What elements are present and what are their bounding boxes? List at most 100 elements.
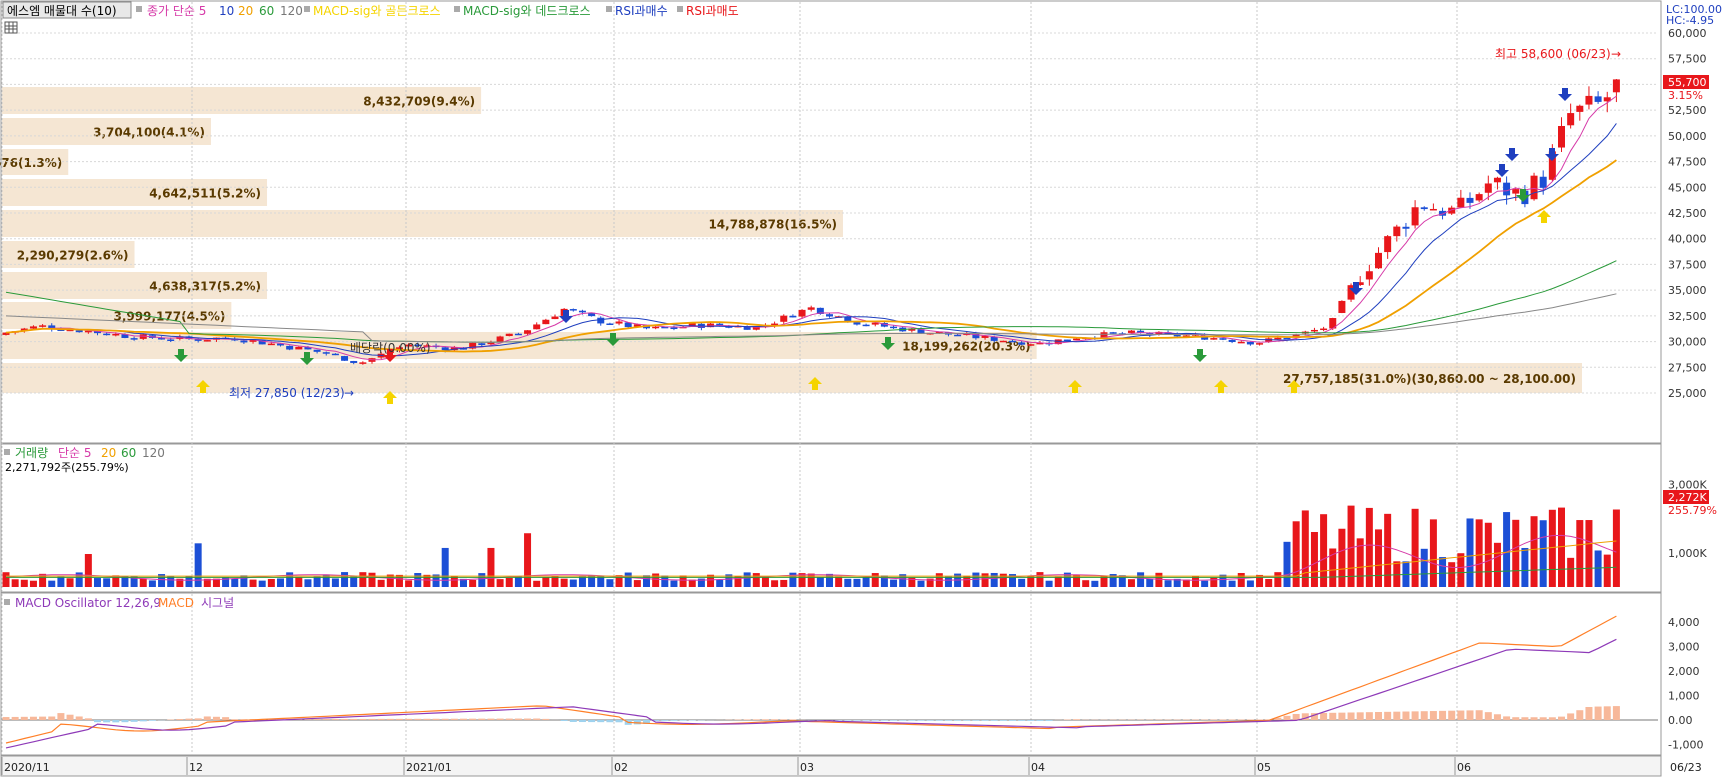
candle-body [1540,177,1547,188]
candle-body [268,344,275,346]
volume-bar [1549,510,1556,587]
macd-oscillator-bar [76,716,83,720]
candle-body [1567,113,1574,125]
x-tick-label: 05 [1257,761,1271,774]
legend-sma5[interactable]: 종가 단순 5 [147,4,206,18]
price-tick: 35,000 [1668,284,1707,297]
macd-oscillator-bar [1018,720,1025,721]
x-axis-bar [1,756,1661,776]
volume-bar [1476,519,1483,587]
legend-bullet [304,6,310,12]
volume-bar [561,579,568,587]
volume-bar [277,578,284,587]
volume-bar [341,572,348,587]
volume-bar [1412,509,1419,587]
legend-sma120[interactable]: 120 [280,4,303,18]
macd-oscillator-bar [487,719,494,720]
volume-profile-label: 1,151,676(1.3%) [0,156,62,170]
macd-oscillator-bar [753,719,760,720]
macd-oscillator-bar [680,720,687,721]
candle-body [863,325,870,327]
macd-legend-osc[interactable]: MACD Oscillator 12,26,9 [15,596,161,610]
volume-bar [103,578,110,587]
macd-oscillator-bar [762,719,769,720]
macd-oscillator-bar [872,720,879,721]
candle-body [890,327,897,329]
candle-body [341,356,348,361]
macd-oscillator-bar [1503,716,1510,720]
legend-macd-golden[interactable]: MACD-sig와 골든크로스 [313,4,441,18]
macd-oscillator-bar [21,717,28,720]
volume-bar [890,580,897,587]
macd-oscillator-bar [314,719,321,720]
macd-oscillator-bar [1348,712,1355,720]
volume-profile-label: 4,642,511(5.2%) [149,187,261,201]
dividend-annotation: 배당락(0.00%) [350,341,431,355]
hc-readout: HC:-4.95 [1666,14,1714,27]
candle-body [991,337,998,341]
candle-body [1412,207,1419,225]
volume-bar [30,581,37,587]
legend-sma20[interactable]: 20 [238,4,253,18]
high-annotation: 최고 58,600 (06/23) [1495,47,1611,61]
volume-legend-60[interactable]: 60 [121,446,136,460]
candle-body [1457,198,1464,208]
legend-sma60[interactable]: 60 [259,4,274,18]
volume-bar [1421,549,1428,587]
volume-profile-label: 14,788,878(16.5%) [708,218,837,232]
volume-bar [1613,510,1620,587]
volume-bar [1448,562,1455,587]
candle-body [1512,189,1519,193]
legend-main-label[interactable]: 에스엠 매물대 수(10) [7,4,117,18]
volume-bar [771,580,778,587]
macd-oscillator-bar [67,715,74,720]
candle-body [1421,207,1428,209]
price-tick: 45,000 [1668,181,1707,194]
volume-bar [1210,578,1217,587]
volume-bar [1146,579,1153,587]
candle-body [789,316,796,318]
volume-bar [872,573,879,587]
macd-oscillator-bar [533,719,540,720]
legend-macd-dead[interactable]: MACD-sig와 데드크로스 [463,4,591,18]
macd-legend-signal[interactable]: 시그널 [201,596,234,610]
macd-oscillator-bar [1485,712,1492,720]
legend-sma10[interactable]: 10 [219,4,234,18]
price-tick: 32,500 [1668,310,1707,323]
volume-legend-sma5[interactable]: 단순 5 [58,446,92,460]
volume-bar [140,578,147,587]
macd-oscillator-bar [1467,710,1474,720]
volume-bar [57,577,64,587]
legend-rsi-buy[interactable]: RSI과매수 [615,4,668,18]
candle-body [286,346,293,350]
macd-oscillator-bar [94,720,101,722]
volume-bar [350,577,357,587]
macd-oscillator-bar [405,719,412,720]
volume-legend-20[interactable]: 20 [101,446,116,460]
volume-bar [286,572,293,587]
macd-tick: 3,000 [1668,641,1700,654]
candle-body [103,334,110,336]
legend-rsi-sell[interactable]: RSI과매도 [686,4,739,18]
volume-bar [817,577,824,587]
price-tick: 60,000 [1668,27,1707,40]
volume-bar [1082,580,1089,587]
candle-body [1073,339,1080,341]
table-toggle-icon[interactable] [5,22,17,33]
macd-oscillator-bar [954,720,961,721]
volume-legend-title[interactable]: 거래량 [15,446,48,460]
macd-oscillator-bar [918,720,925,721]
macd-oscillator-bar [341,719,348,720]
volume-bar [1348,506,1355,587]
low-arrow-icon: → [344,386,354,400]
macd-tick: 2,000 [1668,665,1700,678]
volume-bar [295,577,302,587]
volume-legend-120[interactable]: 120 [142,446,165,460]
volume-bar [487,548,494,587]
macd-legend-macd[interactable]: MACD [158,596,194,610]
candle-body [1585,96,1592,105]
volume-bar [167,576,174,587]
macd-oscillator-bar [670,720,677,721]
volume-bar [405,580,412,587]
candle-body [552,317,559,320]
